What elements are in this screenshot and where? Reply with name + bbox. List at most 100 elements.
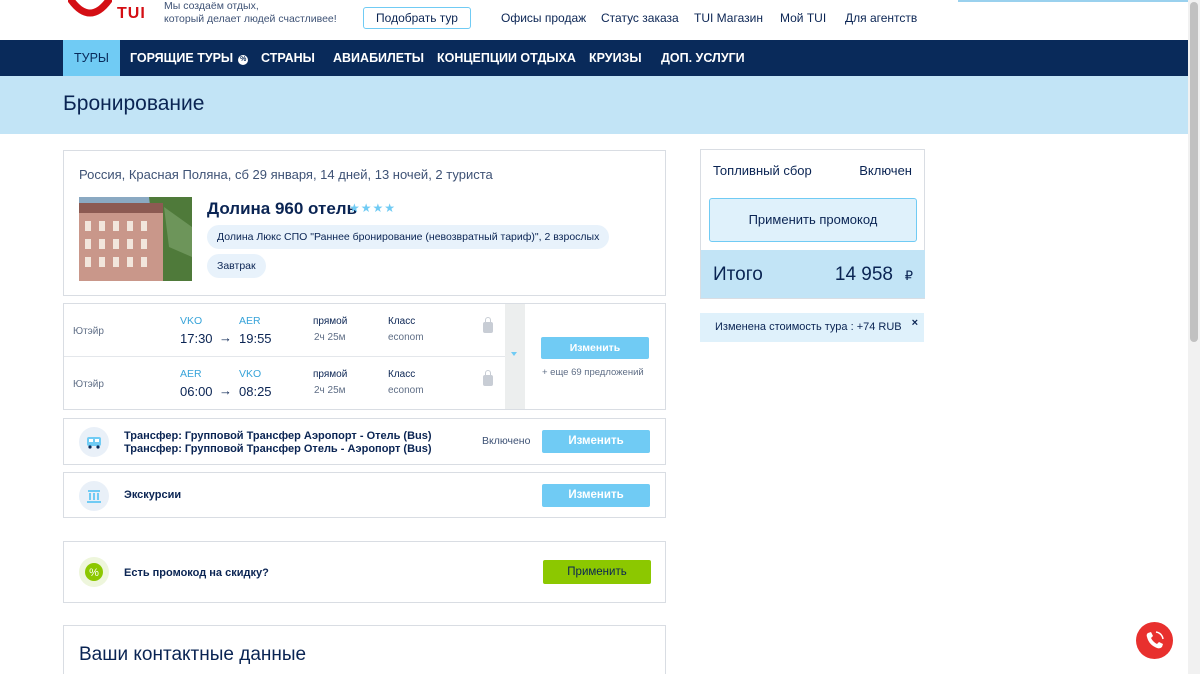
bus-icon-svg — [87, 437, 101, 449]
flight-arr-time: 08:25 — [239, 384, 272, 399]
flight-class: econom — [388, 385, 424, 396]
flights-expand-toggle[interactable] — [505, 304, 525, 409]
hotel-photo[interactable] — [79, 197, 192, 281]
arrow-right-icon: → — [219, 330, 232, 345]
price-summary: Топливный сбор Включен Применить промоко… — [700, 149, 925, 299]
top-link-label: TUI Магазин — [694, 11, 763, 25]
title-bar: Бронирование — [0, 76, 1188, 134]
nav-item-tours[interactable]: ТУРЫ — [63, 40, 120, 76]
promo-card: % Есть промокод на скидку? Применить — [63, 541, 666, 603]
top-link-label: Статус заказа — [601, 11, 679, 25]
top-link-label: Для агентств — [845, 11, 918, 25]
call-button[interactable] — [1136, 622, 1173, 659]
nav-item-extra-services[interactable]: ДОП. УСЛУГИ — [661, 40, 745, 76]
scrollbar-thumb[interactable] — [1190, 2, 1198, 342]
apply-promocode-button[interactable]: Применить промокод — [709, 198, 917, 242]
hotel-name[interactable]: Долина 960 отель — [207, 199, 357, 219]
flight-class: econom — [388, 332, 424, 343]
flight-duration: 2ч 25м — [314, 332, 346, 343]
top-link-order-status[interactable]: Статус заказа — [601, 11, 679, 25]
nav-item-countries[interactable]: СТРАНЫ — [261, 40, 315, 76]
room-pill: Долина Люкс СПО "Раннее бронирование (не… — [207, 225, 610, 249]
transfer-line1: Трансфер: Групповой Трансфер Аэропорт - … — [124, 430, 432, 442]
meal-pill: Завтрак — [207, 254, 266, 278]
flight-dep-time: 17:30 — [180, 331, 213, 346]
flight-class-label: Класс — [388, 316, 416, 327]
flight-airline: Ютэйр — [73, 379, 104, 390]
nav-item-concepts[interactable]: КОНЦЕПЦИИ ОТДЫХА — [437, 40, 576, 76]
flight-from-code: VKO — [180, 315, 203, 327]
page-title: Бронирование — [63, 92, 205, 115]
flight-type: прямой — [313, 369, 348, 380]
tui-logo-icon[interactable] — [68, 0, 112, 20]
flight-to-code: VKO — [239, 368, 262, 380]
main-nav: ТУРЫ ГОРЯЩИЕ ТУРЫ% СТРАНЫ АВИАБИЛЕТЫ КОН… — [0, 40, 1188, 76]
monument-icon — [79, 481, 109, 511]
tagline-line1: Мы создаём отдых, — [164, 0, 259, 12]
transfer-card: Трансфер: Групповой Трансфер Аэропорт - … — [63, 418, 666, 465]
close-icon[interactable]: × — [912, 317, 918, 329]
change-transfer-button[interactable]: Изменить — [542, 430, 650, 453]
flight-type: прямой — [313, 316, 348, 327]
top-link-agencies[interactable]: Для агентств — [845, 11, 917, 25]
transfer-status: Включено — [482, 435, 531, 447]
contacts-card: Ваши контактные данные — [63, 625, 666, 674]
notice-text: Изменена стоимость тура : +74 RUB — [715, 321, 902, 333]
flight-row-return[interactable]: Ютэйр AER VKO 06:00 → 08:25 прямой 2ч 25… — [64, 357, 504, 409]
star-icon: ★ — [349, 201, 361, 215]
monument-icon-svg — [87, 490, 101, 503]
logo-text[interactable]: TUI — [117, 5, 146, 23]
top-link-offices[interactable]: Офисы продаж — [501, 11, 586, 25]
discount-icon: % — [79, 557, 109, 587]
flight-to-code: AER — [239, 315, 261, 327]
promo-label: Есть промокод на скидку? — [124, 567, 269, 579]
ruble-icon: ₽ — [904, 268, 913, 283]
top-link-shop[interactable]: TUI Магазин — [694, 11, 763, 25]
flights-card: Ютэйр VKO AER 17:30 → 19:55 прямой 2ч 25… — [63, 303, 666, 410]
change-flights-button[interactable]: Изменить — [541, 337, 649, 359]
more-offers-link[interactable]: + еще 69 предложений — [542, 367, 644, 378]
excursions-label: Экскурсии — [124, 489, 182, 501]
tour-card: Россия, Красная Поляна, сб 29 января, 14… — [63, 150, 666, 296]
total-label: Итого — [713, 264, 763, 285]
top-link-my-tui[interactable]: Мой TUI — [780, 11, 826, 25]
nav-item-hot-tours[interactable]: ГОРЯЩИЕ ТУРЫ% — [130, 40, 249, 76]
total-value: 14 958 — [834, 264, 893, 285]
apply-promo-button[interactable]: Применить — [543, 560, 651, 584]
flight-airline: Ютэйр — [73, 326, 104, 337]
top-link-label: Мой TUI — [780, 11, 827, 25]
star-icon: ★ — [360, 201, 373, 215]
nav-item-cruises[interactable]: КРУИЗЫ — [589, 40, 642, 76]
top-accent-line — [958, 0, 1200, 2]
tagline: Мы создаём отдых, который делает людей с… — [164, 0, 337, 26]
flight-arr-time: 19:55 — [239, 331, 272, 346]
transfer-line2: Трансфер: Групповой Трансфер Отель - Аэр… — [124, 443, 432, 455]
price-change-notice: Изменена стоимость тура : +74 RUB × — [700, 313, 924, 342]
total-block: Итого 14 958 ₽ — [701, 250, 925, 298]
hotel-stars: ★★★★ — [349, 201, 396, 215]
nav-item-flights[interactable]: АВИАБИЛЕТЫ — [333, 40, 424, 76]
lock-icon — [483, 317, 493, 333]
hot-badge-icon: % — [238, 55, 249, 65]
change-excursions-button[interactable]: Изменить — [542, 484, 650, 507]
discount-glyph: % — [89, 567, 99, 579]
phone-icon — [1146, 631, 1164, 649]
top-header: TUI Мы создаём отдых, который делает люд… — [0, 0, 1200, 40]
fuel-label: Топливный сбор — [713, 163, 812, 178]
nav-item-label: ГОРЯЩИЕ ТУРЫ — [130, 51, 234, 65]
arrow-right-icon: → — [219, 383, 232, 398]
tagline-line2: который делает людей счастливее! — [164, 13, 337, 25]
chevron-down-icon — [511, 352, 517, 356]
discount-icon-svg: % — [85, 563, 103, 581]
flight-from-code: AER — [180, 368, 202, 380]
flight-class-label: Класс — [388, 369, 416, 380]
pick-tour-button[interactable]: Подобрать тур — [363, 7, 471, 29]
flight-row-outbound[interactable]: Ютэйр VKO AER 17:30 → 19:55 прямой 2ч 25… — [64, 304, 504, 356]
fuel-value: Включен — [859, 163, 912, 178]
contacts-title: Ваши контактные данные — [79, 644, 307, 665]
star-icon: ★ — [372, 201, 385, 215]
flight-dep-time: 06:00 — [180, 384, 213, 399]
lock-icon — [483, 370, 493, 386]
star-icon: ★ — [384, 201, 397, 215]
page-scrollbar[interactable] — [1188, 0, 1200, 674]
